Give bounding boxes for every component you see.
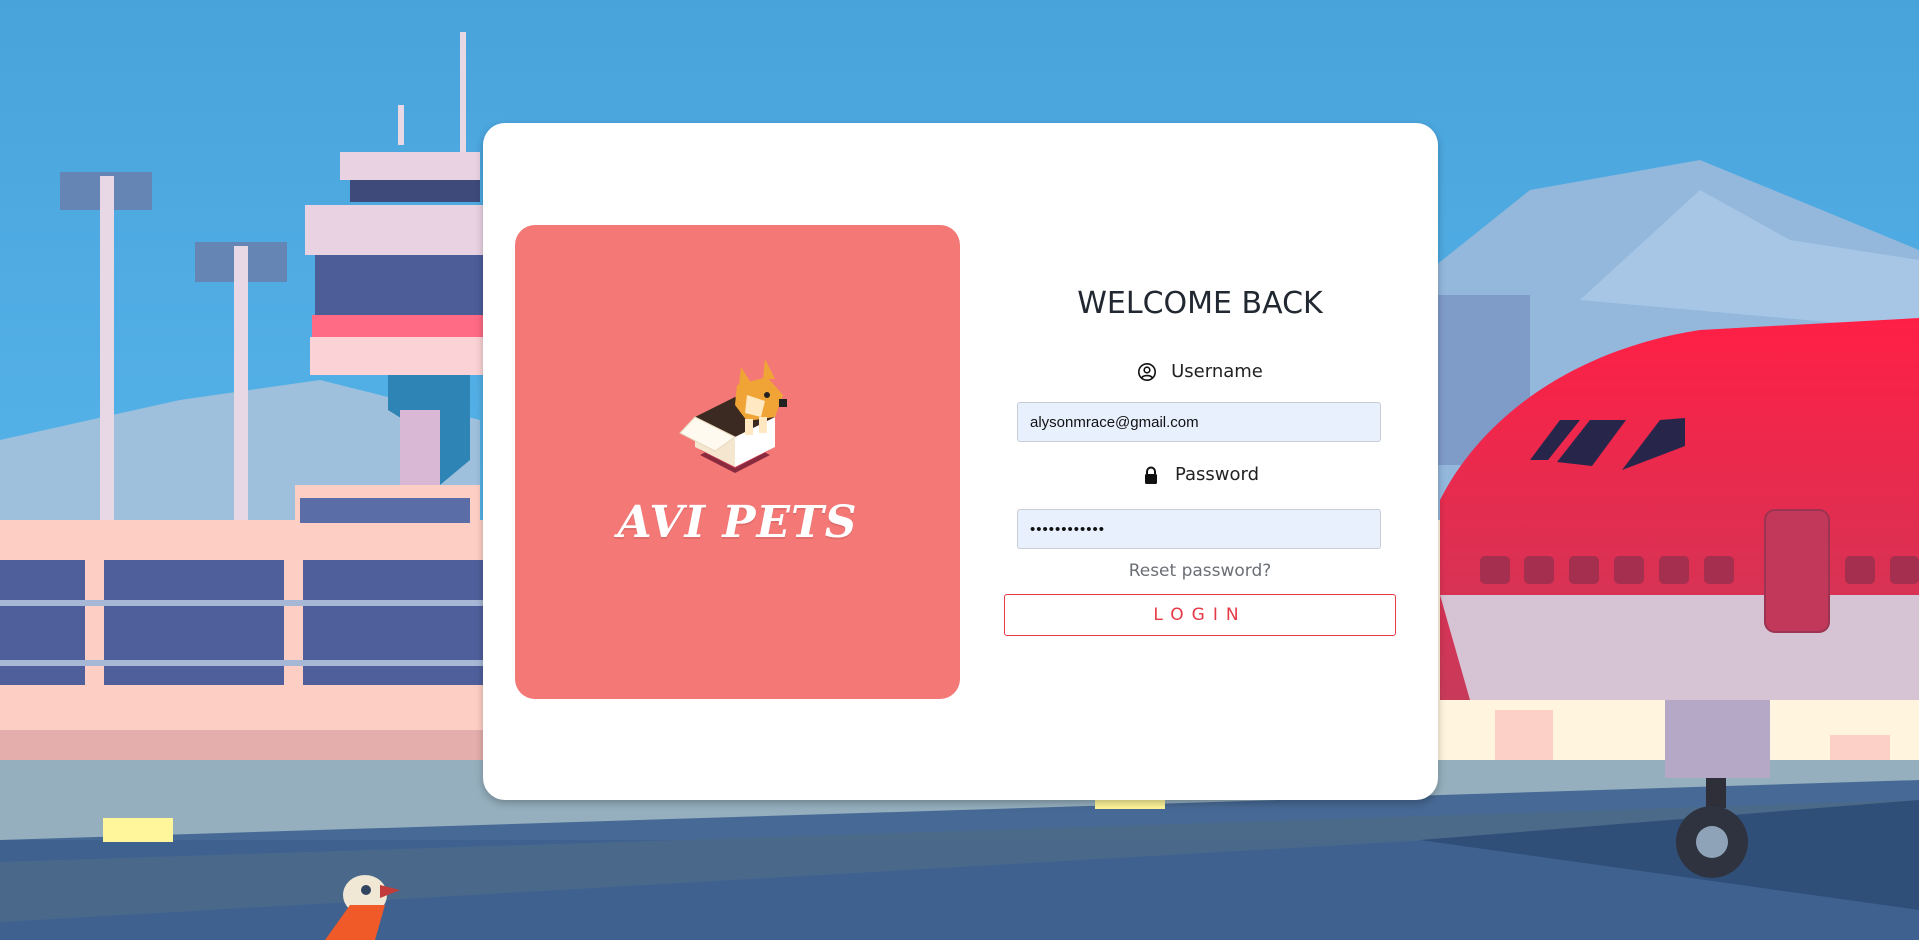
password-input[interactable] — [1017, 509, 1381, 549]
password-label: Password — [1000, 464, 1400, 485]
user-circle-icon — [1138, 362, 1157, 381]
reset-password-link[interactable]: Reset password? — [1000, 561, 1400, 581]
brand-logo-panel: AVI PETS — [515, 225, 960, 699]
brand-name: AVI PETS — [617, 497, 858, 548]
login-card: AVI PETS WELCOME BACK Username Password … — [483, 123, 1438, 800]
page-title: WELCOME BACK — [1077, 286, 1323, 321]
login-button[interactable]: LOGIN — [1004, 594, 1396, 636]
password-label-text: Password — [1174, 464, 1260, 485]
username-label: Username — [1000, 361, 1400, 382]
username-label-text: Username — [1171, 361, 1263, 382]
lock-icon — [1144, 466, 1157, 484]
dog-in-box-logo-icon — [679, 359, 787, 473]
username-input[interactable] — [1017, 402, 1381, 442]
